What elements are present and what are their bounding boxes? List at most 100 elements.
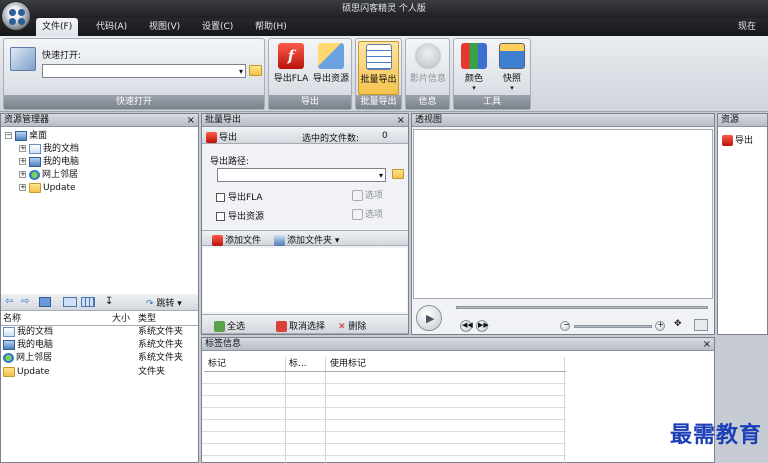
explorer-toolbar: ⇦ ⇨ ↧ ↷ 跳转 ▾ xyxy=(1,294,198,311)
documents-icon xyxy=(29,143,41,154)
forward-icon[interactable]: ⇨ xyxy=(21,296,29,307)
tag-info-header: 标签信息 × xyxy=(202,338,714,351)
up-folder-icon[interactable] xyxy=(39,297,51,307)
file-name: 网上邻居 xyxy=(16,353,53,363)
tab-help[interactable]: 帮助(H) xyxy=(249,18,293,36)
batch-export-header: 批量导出 × xyxy=(202,114,408,127)
export-path-combo[interactable]: ▾ xyxy=(217,168,386,182)
res-option-button[interactable]: 选项 xyxy=(352,207,383,220)
tree-item[interactable]: + 我的电脑 xyxy=(19,156,79,169)
color-button[interactable]: 颜色 ▾ xyxy=(456,41,492,95)
resources-export-button[interactable]: 导出 xyxy=(722,133,753,146)
file-name: Update xyxy=(17,367,50,377)
add-folder-label: 添加文件夹 xyxy=(287,236,333,246)
file-type: 系统文件夹 xyxy=(138,353,184,363)
computer-icon xyxy=(29,156,41,167)
browse-folder-icon[interactable] xyxy=(392,169,406,180)
expand-icon[interactable]: + xyxy=(19,158,26,165)
resources-icon xyxy=(318,43,344,69)
expand-icon[interactable]: + xyxy=(19,145,26,152)
batch-export-title: 批量导出 xyxy=(205,115,242,125)
add-file-button[interactable]: 添加文件 xyxy=(212,233,261,246)
browse-folder-icon[interactable] xyxy=(249,65,262,76)
network-icon xyxy=(3,352,14,363)
expand-icon[interactable]: + xyxy=(19,171,26,178)
zoom-in-button[interactable]: + xyxy=(655,320,665,331)
group-quick-open: 快速打开: ▾ 快速打开 xyxy=(3,38,265,110)
tab-code[interactable]: 代码(A) xyxy=(90,18,133,36)
select-all-button[interactable]: 全选 xyxy=(214,319,245,332)
checkbox-icon[interactable] xyxy=(216,212,225,221)
window-title-bar: 硕思闪客精灵 个人版 xyxy=(0,0,768,18)
chevron-down-icon[interactable]: ▾ xyxy=(239,65,243,78)
export-fla-button[interactable]: f 导出FLA xyxy=(271,41,311,95)
timeline-slider[interactable] xyxy=(456,306,708,309)
play-button[interactable]: ▶ xyxy=(416,305,442,331)
fla-option-button[interactable]: 选项 xyxy=(352,188,383,201)
desktop-icon xyxy=(15,130,27,141)
tree-item-label: 我的文档 xyxy=(43,144,80,154)
export-resources-button[interactable]: 导出资源 xyxy=(311,41,351,95)
view-list-icon[interactable] xyxy=(63,297,77,307)
add-folder-button[interactable]: 添加文件夹 ▾ xyxy=(274,233,339,246)
fast-forward-icon: ▶▶ xyxy=(478,321,489,329)
tree-item[interactable]: + 我的文档 xyxy=(19,143,79,156)
resources-panel: 资源 导出 xyxy=(717,113,768,335)
checkbox-icon[interactable] xyxy=(216,193,225,202)
tree-item-label: Update xyxy=(43,183,76,193)
tab-settings[interactable]: 设置(C) xyxy=(196,18,239,36)
preview-panel: 透视图 ▶ ◀◀ ▶▶ − + ✥ xyxy=(411,113,715,335)
zoom-slider[interactable] xyxy=(574,325,652,328)
column-tag-short[interactable]: 标... xyxy=(289,358,307,370)
preview-title: 透视图 xyxy=(415,115,443,125)
deselect-label: 取消选择 xyxy=(289,322,326,332)
move-icon[interactable]: ✥ xyxy=(674,319,682,329)
group-info-label: 信息 xyxy=(406,95,449,109)
tab-file[interactable]: 文件(F) xyxy=(36,18,79,36)
export-res-checkbox[interactable]: 导出资源 xyxy=(216,209,264,222)
application-menu-button[interactable] xyxy=(1,1,31,31)
column-used-tags[interactable]: 使用标记 xyxy=(330,358,366,370)
preview-canvas[interactable] xyxy=(413,129,713,299)
tree-root[interactable]: − 桌面 xyxy=(5,130,47,143)
tree-item[interactable]: + 网上邻居 xyxy=(19,169,78,182)
back-icon[interactable]: ⇦ xyxy=(5,296,13,307)
column-name[interactable]: 名称 xyxy=(3,313,21,325)
tree-item[interactable]: + Update xyxy=(19,182,76,195)
explorer-title: 资源管理器 xyxy=(4,115,50,125)
deselect-button[interactable]: 取消选择 xyxy=(276,319,325,332)
view-details-icon[interactable] xyxy=(81,297,95,307)
chevron-down-icon[interactable]: ▾ xyxy=(379,169,383,182)
export-button[interactable]: 导出 xyxy=(206,130,237,143)
batch-export-bar: 导出 选中的文件数: 0 xyxy=(202,128,408,144)
tab-view[interactable]: 视图(V) xyxy=(143,18,186,36)
batch-export-button[interactable]: 批量导出 xyxy=(358,41,399,95)
column-tag[interactable]: 标记 xyxy=(208,358,226,370)
close-icon[interactable]: × xyxy=(703,338,711,351)
delete-icon: ✕ xyxy=(338,322,346,332)
snapshot-label: 快照 xyxy=(502,74,521,84)
add-file-icon xyxy=(212,235,223,246)
batch-file-list[interactable] xyxy=(203,248,407,312)
jump-button[interactable]: ↷ 跳转 ▾ xyxy=(146,296,182,309)
column-type[interactable]: 类型 xyxy=(138,313,156,325)
close-icon[interactable]: × xyxy=(187,114,195,127)
expand-icon[interactable]: + xyxy=(19,184,26,191)
prev-frame-button[interactable]: ◀◀ xyxy=(460,320,473,332)
collapse-icon[interactable]: − xyxy=(5,132,12,139)
refresh-icon[interactable]: ↧ xyxy=(105,296,113,307)
quick-open-combo[interactable]: ▾ xyxy=(42,64,246,78)
column-size[interactable]: 大小 xyxy=(112,313,130,325)
color-palette-icon xyxy=(461,43,487,69)
fit-view-icon[interactable] xyxy=(694,319,708,331)
register-link[interactable]: 现在注 xyxy=(732,18,768,50)
delete-button[interactable]: ✕ 删除 xyxy=(338,319,366,332)
close-icon[interactable]: × xyxy=(397,114,405,127)
export-fla-checkbox[interactable]: 导出FLA xyxy=(216,190,263,203)
file-name: 我的文档 xyxy=(17,327,54,337)
movie-info-button[interactable]: 影片信息 xyxy=(408,41,448,95)
zoom-out-button[interactable]: − xyxy=(560,320,570,331)
snapshot-button[interactable]: 快照 ▾ xyxy=(494,41,530,95)
export-path-label: 导出路径: xyxy=(210,157,250,167)
next-frame-button[interactable]: ▶▶ xyxy=(476,320,489,332)
